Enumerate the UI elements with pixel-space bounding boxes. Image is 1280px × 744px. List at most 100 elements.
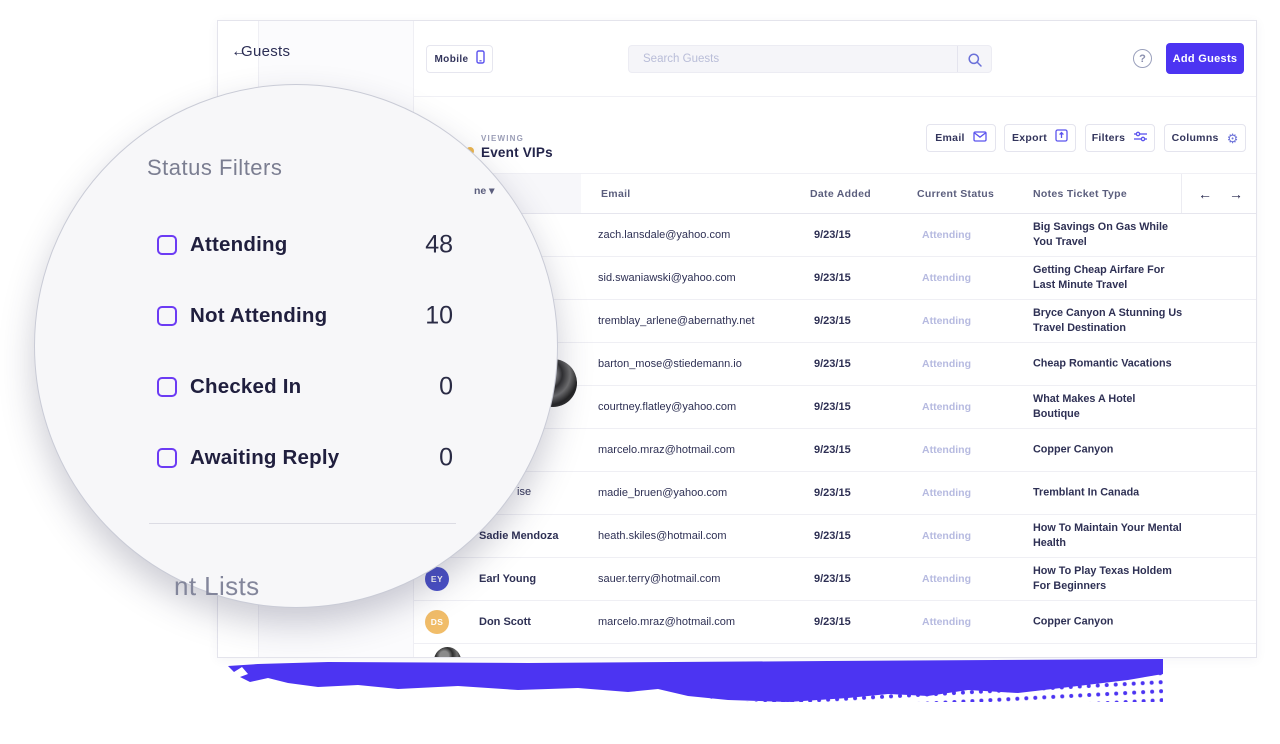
table-row[interactable]: Sadie Mendoza heath.skiles@hotmail.com 9/2… <box>414 515 1257 558</box>
guest-email: tremblay_arlene@abernathy.net <box>598 315 755 327</box>
magnifier-circle: Status Filters Attending48Not Attending1… <box>34 84 558 608</box>
phone-icon <box>476 50 485 69</box>
header-current-status[interactable]: Current Status <box>917 188 994 200</box>
guest-notes: Getting Cheap Airfare For Last Minute Tr… <box>1033 263 1185 293</box>
guest-status: Attending <box>922 530 971 542</box>
table-header: Email Date Added Current Status Notes Ti… <box>414 173 1257 214</box>
guest-notes: Bryce Canyon A Stunning Us Travel Destin… <box>1033 306 1185 336</box>
guest-notes: Cheap Romantic Vacations <box>1033 357 1185 372</box>
sliders-icon <box>1133 129 1148 147</box>
guest-email: zach.lansdale@yahoo.com <box>598 229 730 241</box>
filter-label: Awaiting Reply <box>190 446 339 470</box>
guest-email: madie_bruen@yahoo.com <box>598 487 727 499</box>
guest-name: Sadie Mendoza <box>479 530 558 542</box>
checkbox[interactable] <box>157 448 177 468</box>
guest-notes: Big Savings On Gas While You Travel <box>1033 220 1185 250</box>
filter-count: 0 <box>439 373 453 402</box>
columns-button[interactable]: Columns ⚙ <box>1164 124 1246 152</box>
viewing-strip: VIEWING Event VIPs Email Export Filters <box>414 97 1257 173</box>
prev-page-arrow-icon[interactable]: ← <box>1198 186 1212 202</box>
help-icon[interactable]: ? <box>1133 49 1152 68</box>
guest-date-added: 9/23/15 <box>814 573 851 585</box>
checkbox[interactable] <box>157 235 177 255</box>
guest-status: Attending <box>922 444 971 456</box>
guest-status: Attending <box>922 315 971 327</box>
table-row[interactable]: EYEarl Youngsauer.terry@hotmail.com9/23/… <box>414 558 1257 601</box>
search-input[interactable] <box>629 46 955 72</box>
page-title: Guests <box>241 43 290 60</box>
status-filter-item[interactable]: Not Attending 10 <box>157 294 453 338</box>
name-header-fragment[interactable]: ne ▾ <box>474 185 494 197</box>
viewing-list-title: Event VIPs <box>481 145 553 160</box>
pagination-divider <box>1181 174 1182 213</box>
guest-status: Attending <box>922 573 971 585</box>
table-row[interactable]: madie_bruen@yahoo.com 9/23/15 Attending Tre… <box>414 472 1257 515</box>
gear-icon: ⚙ <box>1227 132 1239 145</box>
filter-count: 10 <box>425 302 453 331</box>
guest-date-added: 9/23/15 <box>814 616 851 628</box>
guest-status: Attending <box>922 616 971 628</box>
guest-date-added: 9/23/15 <box>814 315 851 327</box>
filters-button[interactable]: Filters <box>1085 124 1155 152</box>
export-button[interactable]: Export <box>1004 124 1076 152</box>
guest-email: heath.skiles@hotmail.com <box>598 530 727 542</box>
guest-status: Attending <box>922 487 971 499</box>
envelope-icon <box>973 129 987 147</box>
guest-date-added: 9/23/15 <box>814 401 851 413</box>
mobile-toggle-button[interactable]: Mobile <box>426 45 493 73</box>
guest-email: sauer.terry@hotmail.com <box>598 573 720 585</box>
guest-email: courtney.flatley@yahoo.com <box>598 401 736 413</box>
guest-notes: How To Play Texas Holdem For Beginners <box>1033 564 1185 594</box>
guest-name: Don Scott <box>479 616 531 628</box>
guest-date-added: 9/23/15 <box>814 444 851 456</box>
checkbox[interactable] <box>157 377 177 397</box>
filter-label: Not Attending <box>190 304 327 328</box>
page: { "app": { "title": "Guests", "icons": {… <box>0 0 1280 744</box>
next-page-arrow-icon[interactable]: → <box>1229 186 1243 202</box>
guest-date-added: 9/23/15 <box>814 229 851 241</box>
guest-name-fragment: ise <box>517 486 531 498</box>
mobile-label: Mobile <box>434 54 468 65</box>
viewing-eyebrow: VIEWING <box>481 134 524 143</box>
guest-notes: Copper Canyon <box>1033 615 1185 630</box>
guest-date-added: 9/23/15 <box>814 487 851 499</box>
guest-email: sid.swaniawski@yahoo.com <box>598 272 736 284</box>
export-button-label: Export <box>1012 132 1047 144</box>
filter-label: Checked In <box>190 375 301 399</box>
guest-email: marcelo.mraz@hotmail.com <box>598 616 735 628</box>
guest-date-added: 9/23/15 <box>814 530 851 542</box>
guest-notes: What Makes A Hotel Boutique <box>1033 392 1185 422</box>
event-lists-heading-fragment: nt Lists <box>174 571 260 602</box>
status-filter-item[interactable]: Checked In 0 <box>157 365 453 409</box>
filters-button-label: Filters <box>1092 132 1126 144</box>
guest-status: Attending <box>922 401 971 413</box>
status-filter-item[interactable]: Attending 48 <box>157 223 453 267</box>
header-date-added[interactable]: Date Added <box>810 188 871 200</box>
header-notes-ticket-type[interactable]: Notes Ticket Type <box>1033 188 1127 200</box>
add-guests-button[interactable]: Add Guests <box>1166 43 1244 74</box>
guest-email: marcelo.mraz@hotmail.com <box>598 444 735 456</box>
guest-notes: Tremblant In Canada <box>1033 486 1185 501</box>
filter-count: 0 <box>439 444 453 473</box>
table-row[interactable]: zach.lansdale@yahoo.com 9/23/15 Attending B… <box>414 214 1257 257</box>
topbar: Mobile ? Add Guests <box>414 21 1257 97</box>
guest-status: Attending <box>922 229 971 241</box>
export-icon <box>1055 129 1068 147</box>
filter-label: Attending <box>190 233 287 257</box>
guest-email: barton_mose@stiedemann.io <box>598 358 742 370</box>
guest-date-added: 9/23/15 <box>814 272 851 284</box>
status-filter-item[interactable]: Awaiting Reply 0 <box>157 436 453 480</box>
columns-button-label: Columns <box>1172 132 1219 144</box>
guest-name: Earl Young <box>479 573 536 585</box>
header-email[interactable]: Email <box>601 188 631 200</box>
search-icon[interactable] <box>967 52 983 68</box>
email-button[interactable]: Email <box>926 124 996 152</box>
filter-count: 48 <box>425 231 453 260</box>
search-box <box>628 45 992 73</box>
guest-notes: Copper Canyon <box>1033 443 1185 458</box>
guest-date-added: 9/23/15 <box>814 358 851 370</box>
torn-paper-decoration <box>228 656 1163 706</box>
table-row[interactable]: DSDon Scottmarcelo.mraz@hotmail.com9/23/… <box>414 601 1257 644</box>
guest-status: Attending <box>922 272 971 284</box>
checkbox[interactable] <box>157 306 177 326</box>
